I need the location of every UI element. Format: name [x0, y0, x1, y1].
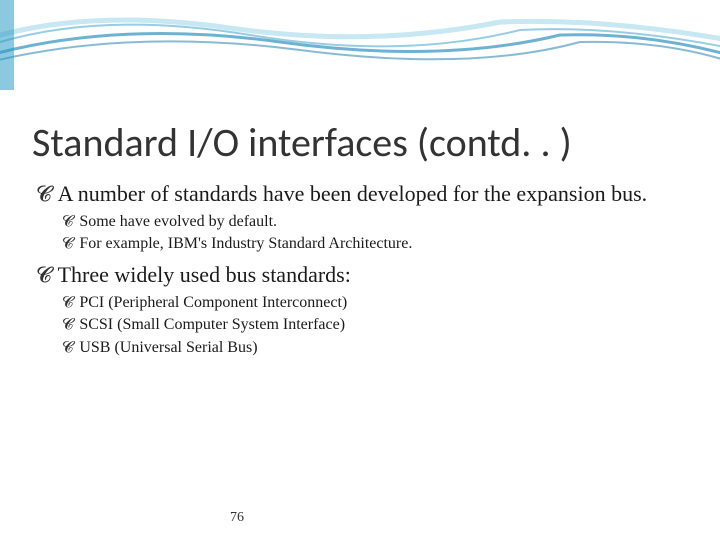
slide-title: Standard I/O interfaces (contd. . ): [32, 118, 572, 167]
bullet-sub-2c: 𝓒 USB (Universal Serial Bus): [62, 338, 690, 359]
page-number: 76: [230, 510, 244, 526]
bullet-text: Some have evolved by default.: [79, 212, 277, 233]
bullet-sub-2a: 𝓒 PCI (Peripheral Component Interconnect…: [62, 293, 690, 314]
bullet-text: PCI (Peripheral Component Interconnect): [79, 293, 347, 314]
bullet-icon: 𝓒: [36, 180, 52, 208]
bullet-sub-1b: 𝓒 For example, IBM's Industry Standard A…: [62, 234, 690, 255]
bullet-text: For example, IBM's Industry Standard Arc…: [79, 234, 412, 255]
bullet-text: USB (Universal Serial Bus): [79, 338, 257, 359]
bullet-icon: 𝓒: [36, 261, 52, 289]
bullet-text: A number of standards have been develope…: [58, 180, 648, 208]
bullet-icon: 𝓒: [62, 315, 73, 336]
bullet-sub-1a: 𝓒 Some have evolved by default.: [62, 212, 690, 233]
bullet-main-1: 𝓒 A number of standards have been develo…: [36, 180, 690, 208]
bullet-icon: 𝓒: [62, 293, 73, 314]
slide-content: 𝓒 A number of standards have been develo…: [36, 180, 690, 365]
bullet-icon: 𝓒: [62, 212, 73, 233]
bullet-icon: 𝓒: [62, 338, 73, 359]
bullet-main-2: 𝓒 Three widely used bus standards:: [36, 261, 690, 289]
bullet-text: Three widely used bus standards:: [58, 261, 351, 289]
decorative-wave-header: [0, 0, 720, 90]
bullet-sub-2b: 𝓒 SCSI (Small Computer System Interface): [62, 315, 690, 336]
bullet-text: SCSI (Small Computer System Interface): [79, 315, 345, 336]
bullet-icon: 𝓒: [62, 234, 73, 255]
